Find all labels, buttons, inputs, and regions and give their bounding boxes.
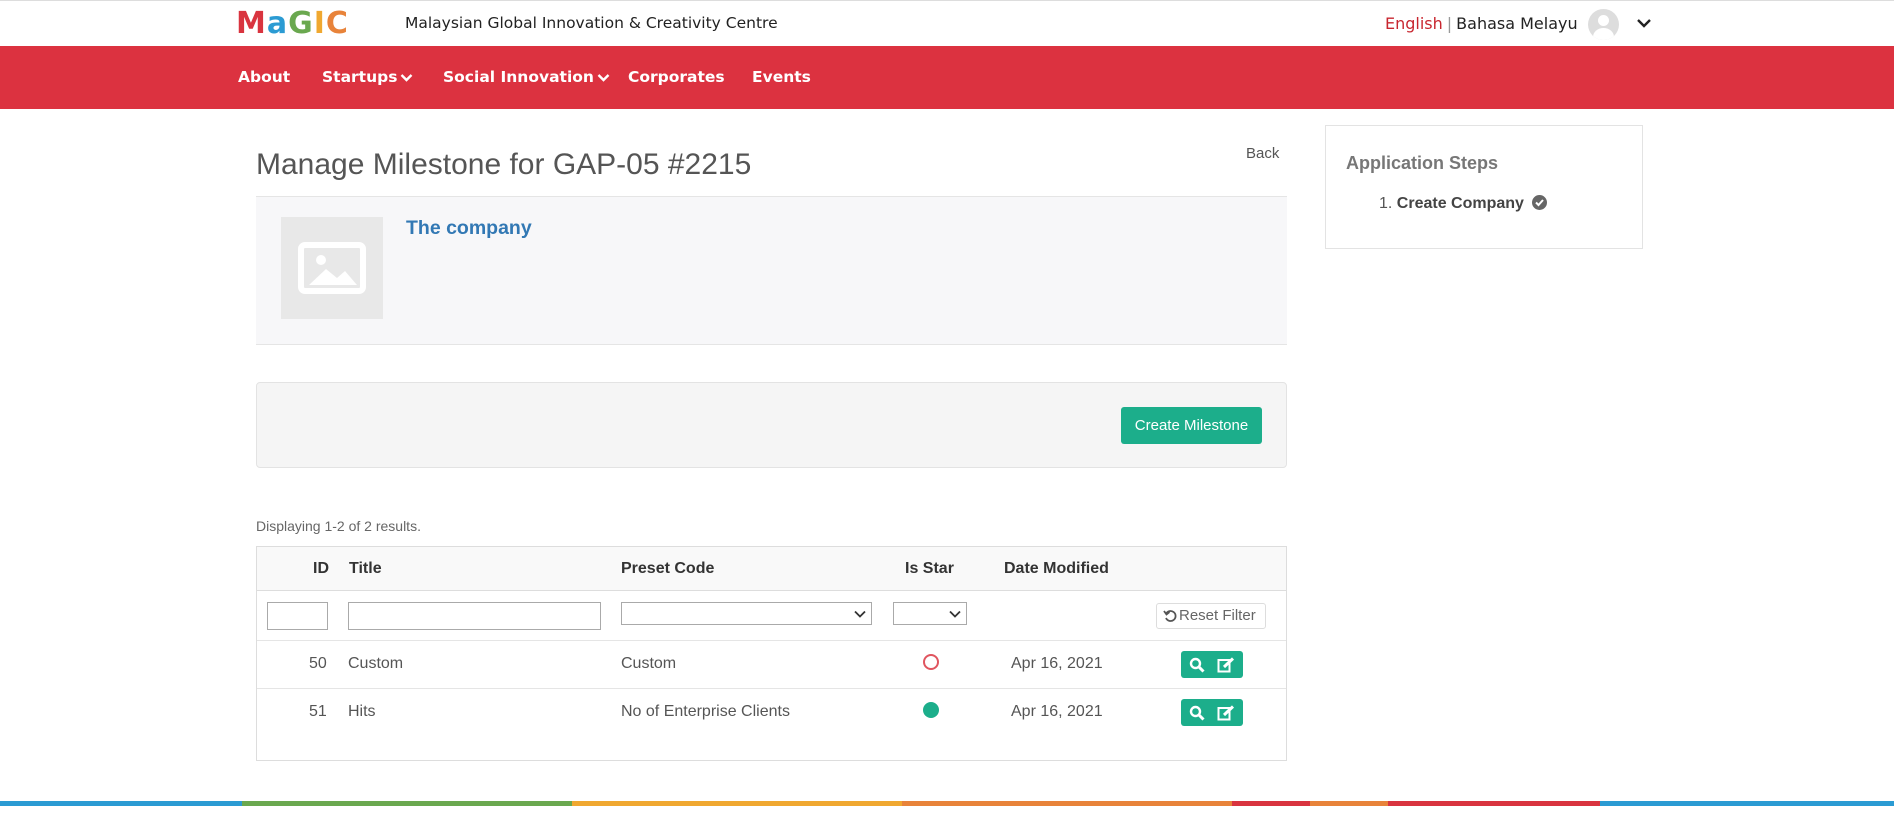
back-link[interactable]: Back [1246, 145, 1279, 162]
image-placeholder-icon [281, 217, 383, 319]
nav-item-label: About [238, 68, 291, 86]
star-empty-icon[interactable] [923, 654, 939, 670]
cell-date-modified: Apr 16, 2021 [1011, 703, 1103, 720]
nav-item-about[interactable]: About [238, 68, 290, 86]
avatar[interactable] [1588, 9, 1619, 40]
results-summary: Displaying 1-2 of 2 results. [256, 518, 421, 534]
footer-segment [1388, 801, 1600, 806]
footer-segment [242, 801, 572, 806]
company-panel: The company [256, 196, 1287, 345]
column-header-preset-code[interactable]: Preset Code [621, 560, 714, 578]
chevron-down-icon [949, 610, 961, 618]
cell-preset-code: No of Enterprise Clients [621, 703, 790, 720]
nav-item-corporates[interactable]: Corporates [628, 68, 725, 86]
application-steps-panel: Application Steps 1. Create Company [1325, 125, 1643, 249]
search-icon[interactable] [1189, 657, 1205, 678]
table-row: 51 Hits No of Enterprise Clients Apr 16,… [257, 689, 1286, 737]
application-steps-title: Application Steps [1346, 153, 1499, 173]
filter-preset-select[interactable] [621, 602, 872, 625]
logo-letter: C [325, 6, 349, 41]
chevron-down-icon[interactable] [1636, 15, 1652, 31]
magic-logo[interactable]: MaGIC [236, 6, 349, 41]
cell-title: Custom [348, 655, 404, 672]
column-header-title[interactable]: Title [349, 560, 382, 578]
logo-letter: M [236, 6, 267, 41]
nav-item-label: Events [752, 68, 811, 86]
chevron-down-icon [854, 610, 866, 618]
cell-preset-code: Custom [621, 655, 677, 672]
edit-icon[interactable] [1217, 705, 1235, 726]
company-name-link[interactable]: The company [406, 217, 532, 240]
footer-segment [572, 801, 902, 806]
page-title: Manage Milestone for GAP-05 #2215 [256, 148, 752, 181]
footer-segment [1232, 801, 1310, 806]
nav-item-label: Startups [322, 68, 398, 86]
create-milestone-button[interactable]: Create Milestone [1121, 407, 1262, 444]
footer-segment [902, 801, 1232, 806]
row-actions [1181, 651, 1243, 678]
milestone-grid: ID Title Preset Code Is Star Date Modifi… [256, 546, 1287, 761]
filter-id-input[interactable] [267, 602, 328, 630]
table-row: 50 Custom Custom Apr 16, 2021 [257, 641, 1286, 689]
nav-item-events[interactable]: Events [752, 68, 811, 86]
top-bar: MaGIC Malaysian Global Innovation & Crea… [0, 0, 1894, 46]
cell-id: 50 [309, 655, 327, 672]
logo-letter: I [313, 6, 326, 41]
avatar-head [1598, 15, 1609, 26]
check-circle-icon [1532, 195, 1548, 210]
nav-item-label: Corporates [628, 68, 725, 86]
lang-separator: | [1446, 14, 1453, 33]
row-actions [1181, 699, 1243, 726]
nav-item-social-innovation[interactable]: Social Innovation [443, 68, 610, 86]
footer-segment [0, 801, 242, 806]
column-header-date-modified[interactable]: Date Modified [1004, 560, 1109, 578]
chevron-down-icon [597, 74, 610, 82]
reset-filter-button[interactable]: Reset Filter [1156, 603, 1266, 629]
footer-segment [1600, 801, 1894, 806]
star-filled-icon[interactable] [923, 702, 939, 718]
footer-color-bar [0, 801, 1894, 806]
chevron-down-icon [401, 74, 413, 82]
avatar-body [1593, 28, 1614, 40]
lang-english-link[interactable]: English [1385, 14, 1443, 33]
reset-filter-label: Reset Filter [1179, 607, 1256, 624]
filter-star-select[interactable] [893, 602, 967, 625]
cell-date-modified: Apr 16, 2021 [1011, 655, 1103, 672]
column-header-id[interactable]: ID [313, 560, 329, 578]
filter-title-input[interactable] [348, 602, 601, 630]
logo-letter: G [288, 6, 314, 41]
grid-header: ID Title Preset Code Is Star Date Modifi… [257, 547, 1286, 591]
column-header-is-star[interactable]: Is Star [905, 560, 954, 578]
cell-id: 51 [309, 703, 327, 720]
step-label: Create Company [1396, 195, 1524, 212]
language-switcher: English | Bahasa Melayu [1385, 14, 1578, 33]
undo-icon [1163, 610, 1177, 622]
step-number: 1. [1379, 195, 1393, 212]
image-placeholder-svg [298, 242, 366, 294]
main-navbar: About Startups Social Innovation Corpora… [0, 46, 1894, 109]
step-item[interactable]: 1. Create Company [1379, 195, 1548, 213]
footer-segment [1310, 801, 1388, 806]
search-icon[interactable] [1189, 705, 1205, 726]
cell-title: Hits [348, 703, 376, 720]
site-name: Malaysian Global Innovation & Creativity… [405, 14, 778, 32]
nav-item-startups[interactable]: Startups [322, 68, 413, 86]
edit-icon[interactable] [1217, 657, 1235, 678]
lang-malay-link[interactable]: Bahasa Melayu [1456, 14, 1577, 33]
filter-row: Reset Filter [257, 591, 1286, 641]
nav-item-label: Social Innovation [443, 68, 594, 86]
logo-letter: a [266, 6, 289, 41]
